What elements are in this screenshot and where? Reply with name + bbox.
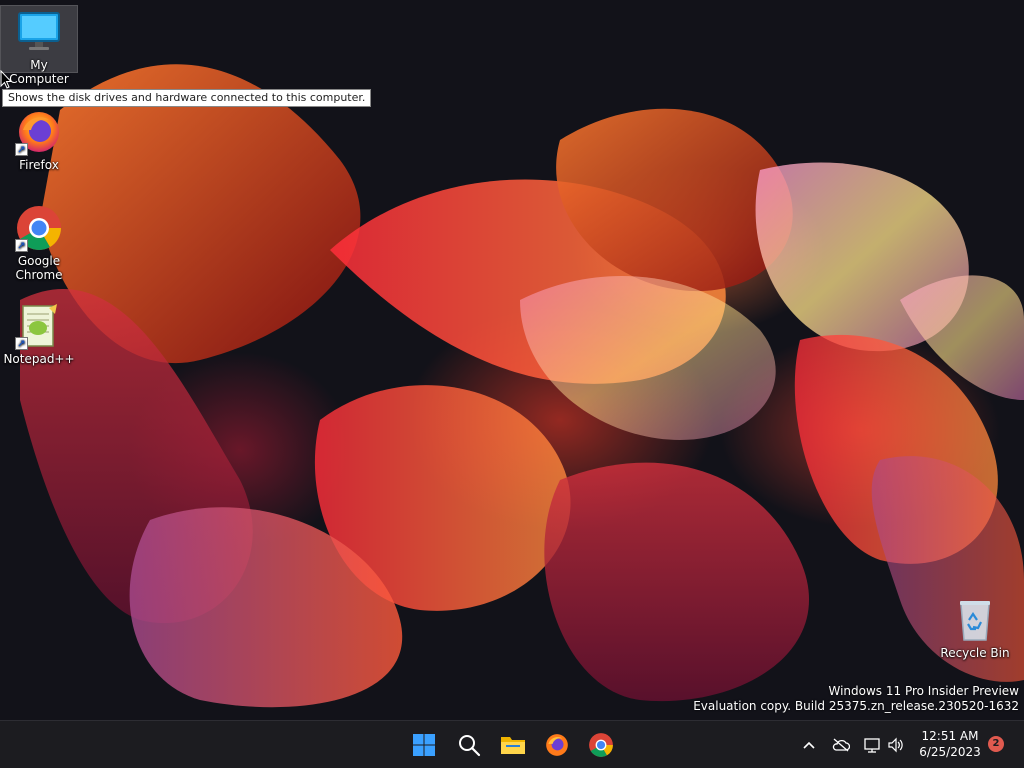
wallpaper (20, 64, 1024, 708)
evaluation-watermark: Windows 11 Pro Insider Preview Evaluatio… (693, 684, 1019, 714)
watermark-line-2: Evaluation copy. Build 25375.zn_release.… (693, 699, 1019, 713)
clock-time: 12:51 AM (921, 729, 979, 743)
volume-icon (888, 737, 903, 753)
show-hidden-icons-button[interactable] (799, 733, 819, 757)
clock-date: 6/25/2023 (919, 745, 981, 759)
chevron-up-icon (803, 741, 815, 749)
shortcut-arrow-icon: ↗ (15, 143, 28, 156)
volume-button[interactable] (885, 733, 907, 757)
desktop-icon-label: Google Chrome (15, 254, 63, 282)
start-button[interactable] (407, 728, 441, 762)
desktop-icon-firefox[interactable]: ↗ Firefox (1, 106, 77, 172)
desktop-icon-label: Notepad++ (3, 352, 75, 366)
onedrive-status-button[interactable] (830, 733, 852, 757)
search-icon (459, 735, 481, 757)
taskbar-firefox-button[interactable] (540, 728, 574, 762)
taskbar-file-explorer-button[interactable] (496, 728, 530, 762)
desktop-icon-label: Firefox (19, 158, 59, 172)
firefox-icon: ↗ (15, 108, 63, 156)
windows-start-icon (413, 734, 435, 756)
tooltip: Shows the disk drives and hardware conne… (2, 89, 372, 107)
monitor-icon (15, 8, 63, 56)
notepad-plus-plus-icon: ↗ (15, 302, 63, 350)
network-button[interactable] (861, 733, 883, 757)
recycle-bin-icon (951, 596, 999, 644)
desktop-icon-my-computer[interactable]: My Computer (0, 5, 78, 86)
network-icon (864, 738, 880, 753)
desktop-icon-notepad-plus-plus[interactable]: ↗ Notepad++ (1, 300, 77, 366)
cloud-offline-icon (832, 738, 850, 752)
firefox-icon (546, 734, 568, 756)
desktop-icon-label: Recycle Bin (940, 646, 1010, 660)
desktop-icon-label: My Computer (9, 58, 69, 86)
file-explorer-icon (501, 737, 525, 754)
chrome-icon: ↗ (15, 204, 63, 252)
chrome-icon (589, 733, 613, 757)
desktop-icon-google-chrome[interactable]: ↗ Google Chrome (1, 202, 77, 282)
mouse-cursor-icon (0, 70, 12, 89)
shortcut-arrow-icon: ↗ (15, 337, 28, 350)
watermark-line-1: Windows 11 Pro Insider Preview (828, 684, 1019, 698)
taskbar: 12:51 AM 6/25/2023 (0, 720, 1024, 768)
taskbar-chrome-button[interactable] (584, 728, 618, 762)
taskbar-clock[interactable]: 12:51 AM 6/25/2023 (912, 728, 988, 760)
shortcut-arrow-icon: ↗ (15, 239, 28, 252)
notification-count-badge[interactable]: 2 (988, 736, 1004, 752)
taskbar-search-button[interactable] (452, 728, 486, 762)
desktop-icon-recycle-bin[interactable]: Recycle Bin (937, 594, 1013, 660)
desktop[interactable]: My Computer ↗ Firefox ↗ Google Chrome ↗ … (0, 0, 1024, 720)
